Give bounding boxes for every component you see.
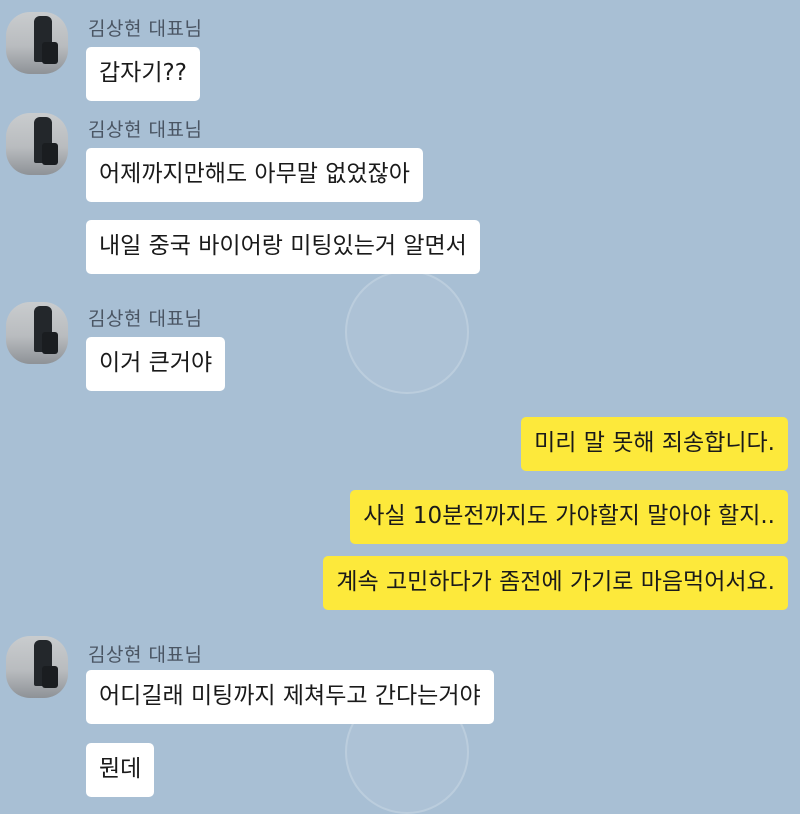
sender-name: 김상현 대표님 [88, 18, 203, 40]
incoming-message[interactable]: 뭔데 [86, 743, 155, 797]
sender-name: 김상현 대표님 [88, 119, 203, 141]
avatar[interactable] [6, 113, 68, 175]
incoming-message[interactable]: 이거 큰거야 [86, 337, 226, 391]
incoming-message[interactable]: 어제까지만해도 아무말 없었잖아 [86, 148, 423, 202]
chat-area[interactable]: 김상현 대표님 갑자기?? 김상현 대표님 어제까지만해도 아무말 없었잖아 내… [0, 0, 800, 814]
avatar[interactable] [6, 636, 68, 698]
avatar-figure [42, 666, 58, 688]
outgoing-message[interactable]: 계속 고민하다가 좀전에 가기로 마음먹어서요. [323, 556, 788, 610]
incoming-message[interactable]: 내일 중국 바이어랑 미팅있는거 알면서 [86, 220, 480, 274]
outgoing-message[interactable]: 미리 말 못해 죄송합니다. [521, 417, 788, 471]
avatar-figure [42, 42, 58, 64]
watermark [345, 270, 469, 394]
outgoing-message[interactable]: 사실 10분전까지도 가야할지 말아야 할지.. [350, 490, 788, 544]
incoming-message[interactable]: 어디길래 미팅까지 제쳐두고 간다는거야 [86, 670, 494, 724]
sender-name: 김상현 대표님 [88, 644, 203, 666]
avatar[interactable] [6, 12, 68, 74]
avatar[interactable] [6, 302, 68, 364]
avatar-figure [42, 332, 58, 354]
sender-name: 김상현 대표님 [88, 308, 203, 330]
avatar-figure [42, 143, 58, 165]
incoming-message[interactable]: 갑자기?? [86, 47, 200, 101]
